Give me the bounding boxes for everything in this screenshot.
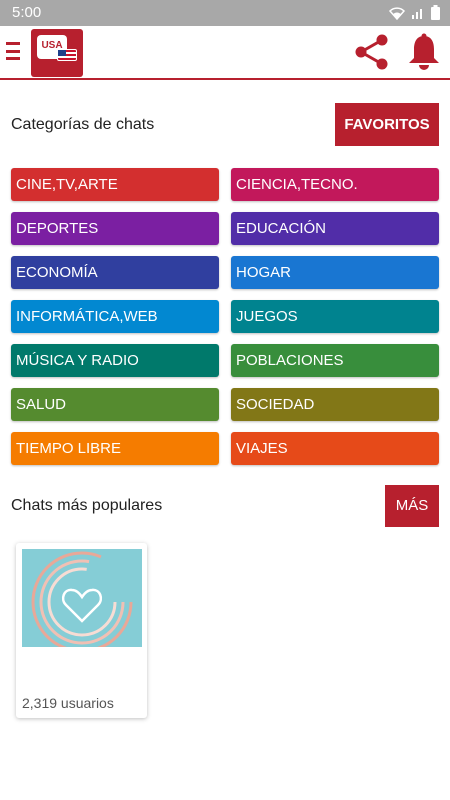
category-hogar[interactable]: HOGAR [231, 256, 439, 289]
chat-thumbnail [22, 549, 142, 647]
category-sociedad[interactable]: SOCIEDAD [231, 388, 439, 421]
category-poblaciones[interactable]: POBLACIONES [231, 344, 439, 377]
category-economia[interactable]: ECONOMÍA [11, 256, 219, 289]
chat-user-count: 2,319 usuarios [22, 695, 114, 711]
category-juegos[interactable]: JUEGOS [231, 300, 439, 333]
popular-chats-title: Chats más populares [11, 497, 163, 514]
favorites-button[interactable]: FAVORITOS [335, 103, 439, 146]
categories-grid: CINE,TV,ARTE CIENCIA,TECNO. DEPORTES EDU… [11, 168, 439, 465]
category-cine-tv-arte[interactable]: CINE,TV,ARTE [11, 168, 219, 201]
status-icons [389, 5, 440, 20]
signal-icon [412, 8, 422, 19]
category-informatica-web[interactable]: INFORMÁTICA,WEB [11, 300, 219, 333]
category-musica-radio[interactable]: MÚSICA Y RADIO [11, 344, 219, 377]
app-bar: USA [0, 26, 450, 80]
heart-icon [61, 588, 103, 623]
category-salud[interactable]: SALUD [11, 388, 219, 421]
categories-title: Categorías de chats [11, 116, 155, 133]
wifi-icon [389, 6, 405, 20]
us-flag-icon [57, 49, 77, 61]
chat-card[interactable]: 2,319 usuarios [16, 543, 147, 718]
more-button[interactable]: MÁS [385, 485, 439, 527]
share-icon[interactable] [352, 32, 392, 72]
app-logo[interactable]: USA [31, 29, 83, 77]
status-bar: 5:00 [0, 0, 450, 26]
menu-icon[interactable] [6, 40, 26, 62]
status-time: 5:00 [12, 4, 42, 21]
category-educacion[interactable]: EDUCACIÓN [231, 212, 439, 245]
battery-icon [431, 5, 440, 20]
category-viajes[interactable]: VIAJES [231, 432, 439, 465]
category-ciencia-tecno[interactable]: CIENCIA,TECNO. [231, 168, 439, 201]
bell-icon[interactable] [406, 32, 442, 72]
category-deportes[interactable]: DEPORTES [11, 212, 219, 245]
category-tiempo-libre[interactable]: TIEMPO LIBRE [11, 432, 219, 465]
